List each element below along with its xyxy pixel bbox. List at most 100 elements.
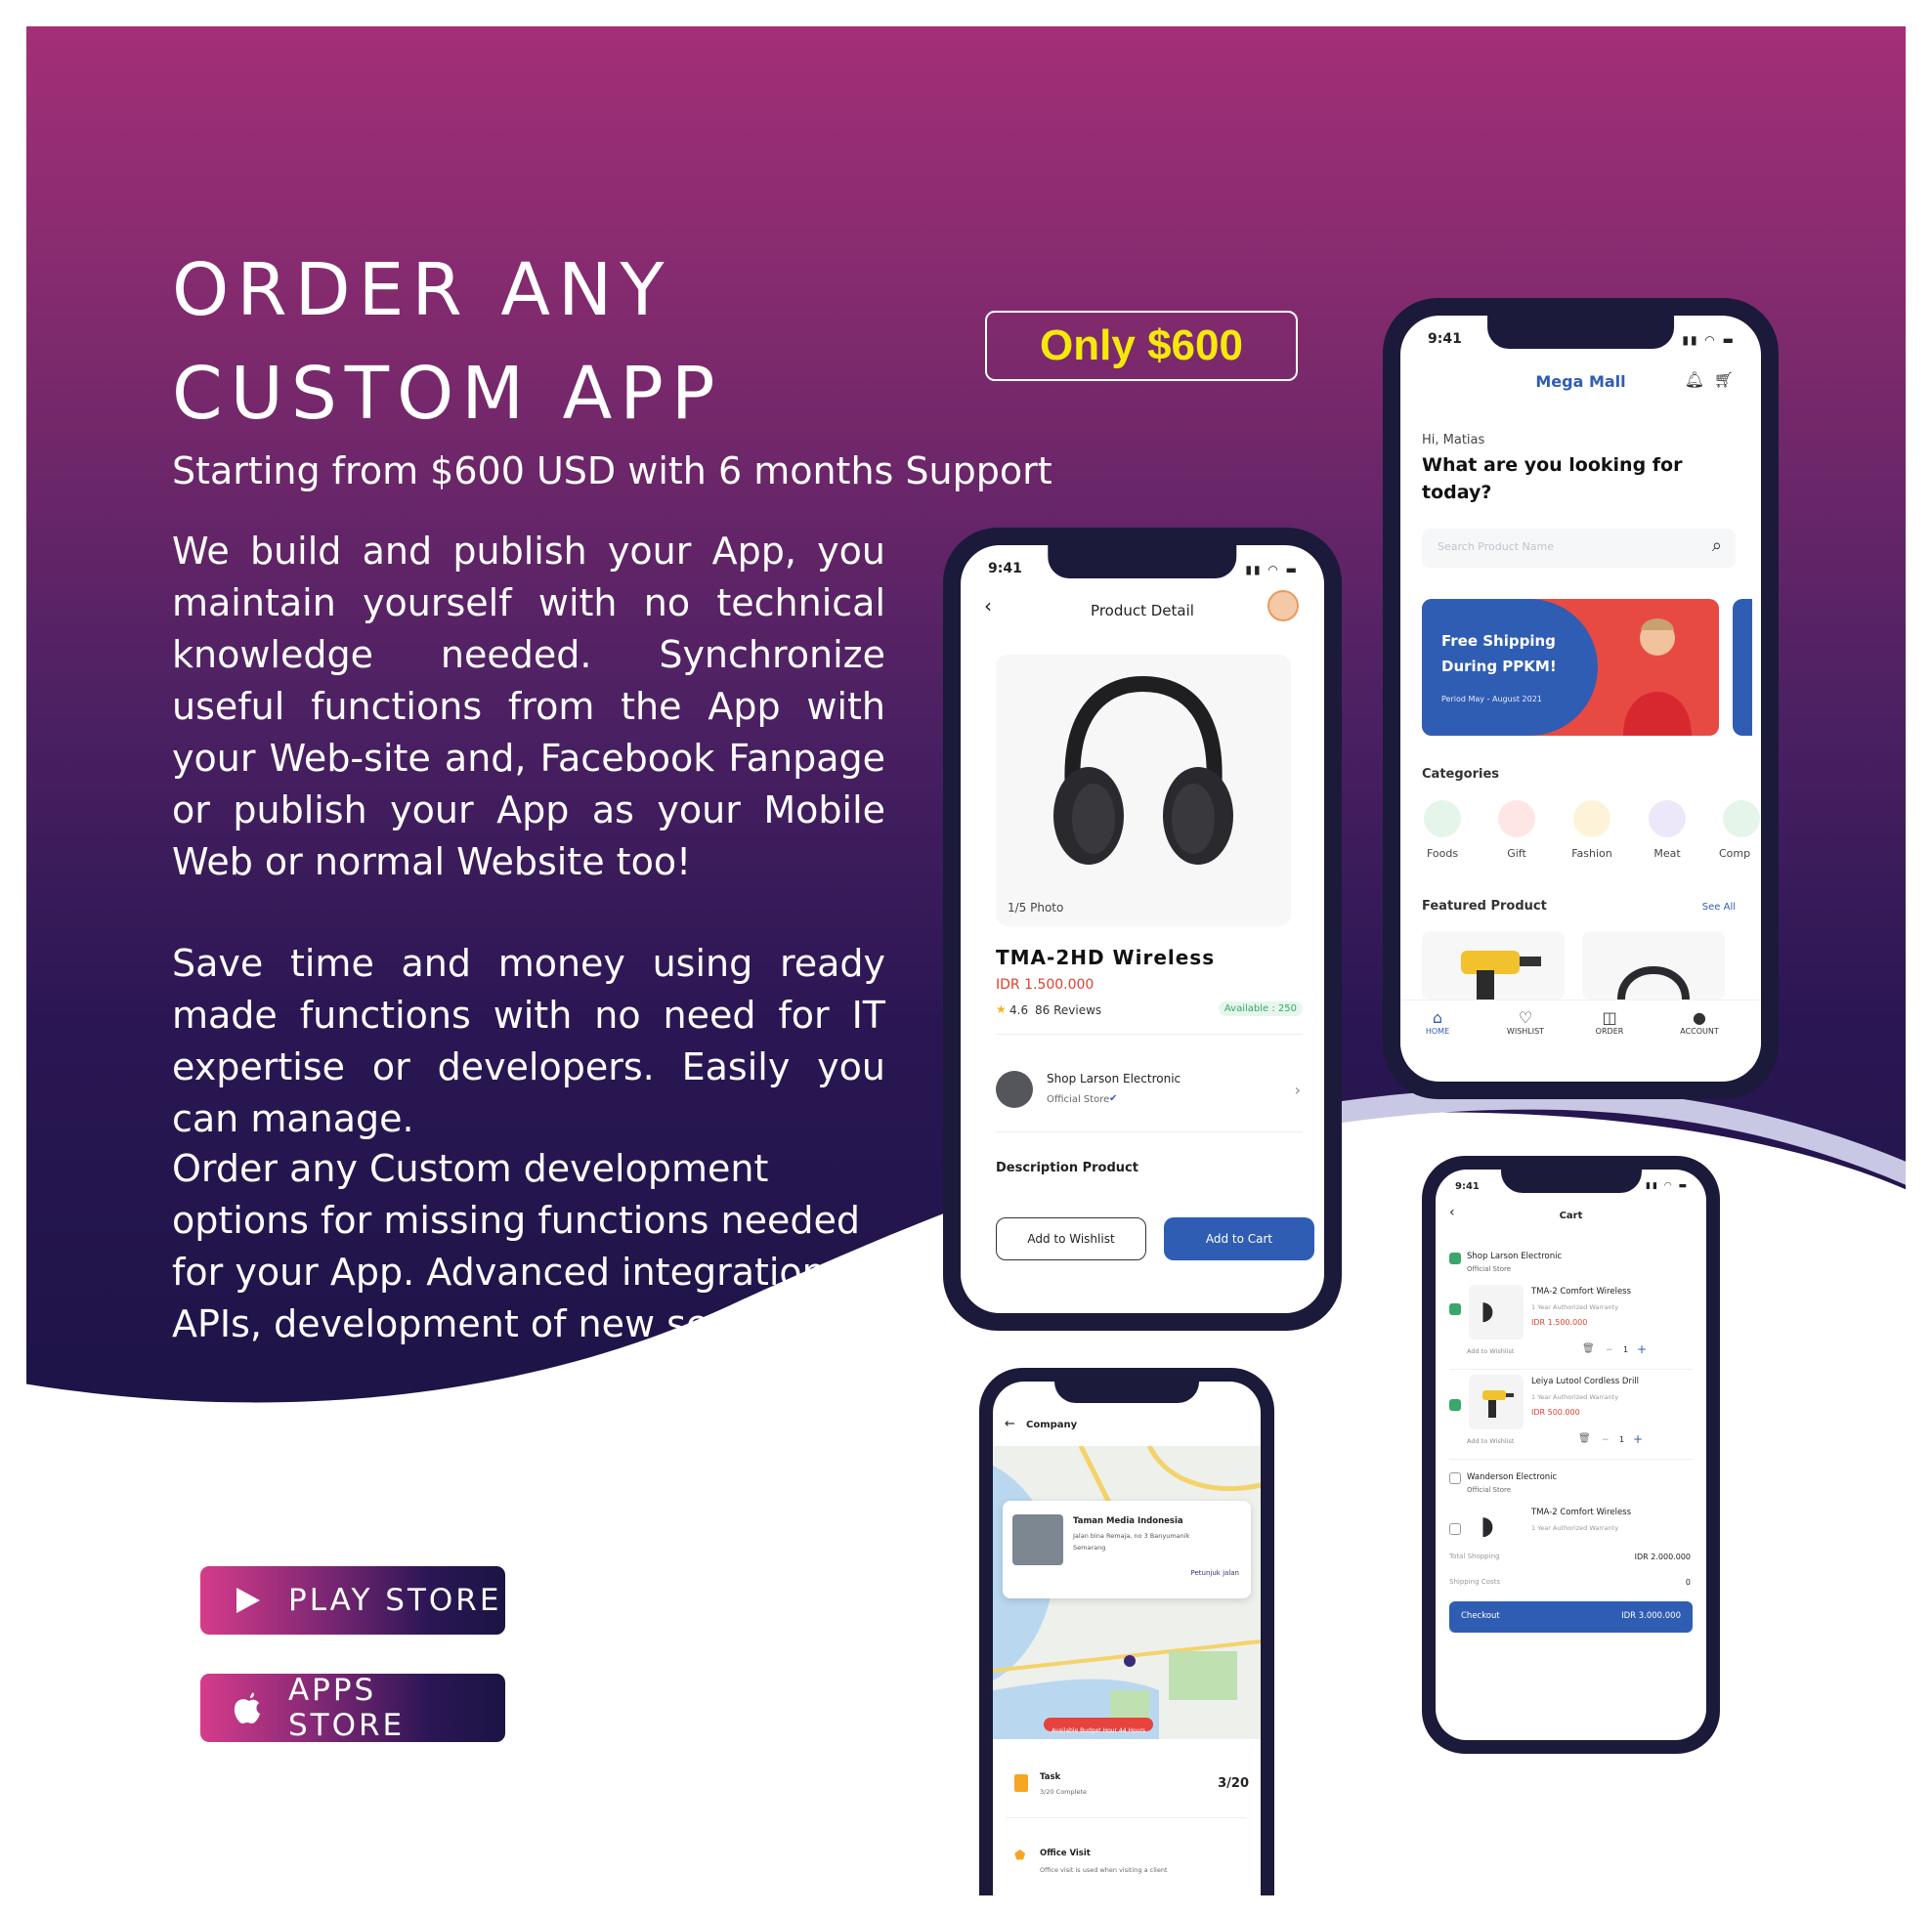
qty-plus[interactable]: + <box>1633 1432 1643 1446</box>
categories-title: Categories <box>1422 767 1500 782</box>
shop2-type: Official Store <box>1467 1486 1512 1494</box>
trash-icon[interactable]: 🗑︎ <box>1582 1343 1595 1354</box>
phone-home: 9:41 ▮▮ ◠ ▬ Mega Mall 🔔︎ 🛒︎ Hi, Matias W… <box>1383 298 1779 1099</box>
featured-headphones-card[interactable] <box>1582 931 1725 1000</box>
back-arrow-icon[interactable]: ← <box>1005 1417 1015 1431</box>
brand-title: Mega Mall <box>1535 372 1626 391</box>
banner-line-1: Free Shipping <box>1441 632 1556 650</box>
paragraph-save: Save time and money using ready made fun… <box>172 942 885 1140</box>
visit-title: Office Visit <box>1040 1849 1091 1858</box>
nav-account[interactable]: ● ACCOUNT <box>1672 1008 1727 1036</box>
task-title: Task <box>1040 1772 1061 1782</box>
description-title: Description Product <box>996 1161 1138 1175</box>
item1-checkbox[interactable] <box>1449 1303 1461 1315</box>
phone-product-detail: 9:41 ▮▮ ◠ ▬ ‹ Product Detail 1/5 Photo T… <box>943 528 1342 1331</box>
company-header: Company <box>1026 1420 1078 1430</box>
total-label: Total Shopping <box>1449 1553 1500 1560</box>
nav-order[interactable]: ◫ ORDER <box>1588 1008 1631 1036</box>
search-icon[interactable]: ⌕ <box>1712 535 1722 556</box>
featured-drill-card[interactable] <box>1422 931 1565 1000</box>
play-store-button[interactable]: PLAY STORE <box>200 1566 505 1635</box>
item2-wishlist[interactable]: Add to Wishlist <box>1467 1437 1514 1445</box>
task-sub: 3/20 Complete <box>1040 1788 1087 1796</box>
visit-sub: Office visit is used when visiting a cli… <box>1040 1866 1168 1874</box>
company-name: Taman Media Indonesia <box>1073 1516 1183 1526</box>
bell-icon[interactable]: 🔔︎ <box>1685 370 1704 389</box>
heading-line-2: CUSTOM APP <box>172 352 723 436</box>
item3-warranty: 1 Year Authorized Warranty <box>1531 1524 1619 1532</box>
shop-name: Shop Larson Electronic <box>1047 1072 1181 1085</box>
item1-warranty: 1 Year Authorized Warranty <box>1531 1303 1619 1311</box>
qty-minus[interactable]: − <box>1602 1435 1610 1445</box>
shipping-label: Shipping Costs <box>1449 1578 1500 1586</box>
headphones-icon <box>1053 675 1233 865</box>
item3-checkbox[interactable] <box>1449 1523 1461 1535</box>
item1-name: TMA-2 Comfort Wireless <box>1531 1287 1632 1297</box>
chevron-right-icon[interactable]: › <box>1295 1081 1301 1099</box>
item2-price: IDR 500.000 <box>1531 1408 1580 1417</box>
promo-banner[interactable]: Free Shipping During PPKM! Period May - … <box>1422 599 1719 736</box>
item2-warranty: 1 Year Authorized Warranty <box>1531 1393 1619 1401</box>
headphones-icon: ◗ <box>1481 1511 1494 1541</box>
search-input[interactable]: Search Product Name ⌕ <box>1422 529 1736 568</box>
address-line-2: Semarang <box>1073 1544 1106 1552</box>
item2-name: Leiya Lutool Cordless Drill <box>1531 1377 1640 1386</box>
cart-header: Cart <box>1559 1211 1583 1221</box>
apps-store-button[interactable]: APPS STORE <box>200 1673 505 1743</box>
qty-minus[interactable]: − <box>1606 1345 1613 1355</box>
paragraph-build: We build and publish your App, you maint… <box>172 530 885 883</box>
featured-title: Featured Product <box>1422 899 1547 914</box>
heart-icon: ♡ <box>1518 1008 1533 1027</box>
greeting: Hi, Matias <box>1422 433 1485 447</box>
item1-qty: 1 <box>1623 1345 1629 1354</box>
item1-image <box>1469 1285 1524 1340</box>
reviews: 86 Reviews <box>1035 1003 1102 1017</box>
company-card[interactable]: Taman Media Indonesia Jalan bina Remaja,… <box>1003 1501 1251 1598</box>
task-count: 3/20 <box>1218 1776 1249 1791</box>
play-store-label: PLAY STORE <box>288 1583 502 1618</box>
status-icons: ▮▮ ◠ ▬ <box>1682 333 1736 347</box>
bottom-nav: ⌂ HOME ♡ WISHLIST ◫ ORDER ● ACCOUNT <box>1400 1000 1761 1069</box>
address-line-1: Jalan bina Remaja, no 3 Banyumanik <box>1073 1532 1190 1540</box>
subtitle: Starting from $600 USD with 6 months Sup… <box>172 449 1052 492</box>
shop1-checkbox[interactable] <box>1449 1253 1461 1264</box>
checkout-label: Checkout <box>1461 1611 1500 1621</box>
phone-company-map: ← Company Taman Media Indonesia Jalan bi… <box>979 1368 1274 1895</box>
apps-store-label: APPS STORE <box>287 1673 406 1743</box>
status-time: 9:41 <box>988 561 1022 576</box>
status-icons: ▮▮ ◠ ▬ <box>1245 563 1299 576</box>
shop2-checkbox[interactable] <box>1449 1472 1461 1484</box>
shop1-name: Shop Larson Electronic <box>1467 1252 1563 1261</box>
nav-wishlist[interactable]: ♡ WISHLIST <box>1498 1008 1553 1036</box>
add-to-cart-button[interactable]: Add to Cart <box>1164 1217 1314 1260</box>
verified-icon: ✔ <box>1109 1093 1118 1104</box>
avatar[interactable] <box>1267 590 1299 621</box>
nav-home[interactable]: ⌂ HOME <box>1418 1008 1457 1036</box>
play-icon <box>228 1581 267 1620</box>
star-icon: ★ <box>996 1002 1007 1016</box>
heading-line-1: ORDER ANY <box>172 248 672 332</box>
search-placeholder: Search Product Name <box>1438 540 1555 553</box>
cart-icon[interactable]: 🛒︎ <box>1714 370 1734 389</box>
see-all-link[interactable]: See All <box>1702 902 1736 913</box>
item1-wishlist[interactable]: Add to Wishlist <box>1467 1347 1514 1355</box>
apple-icon <box>228 1688 267 1727</box>
add-to-wishlist-button[interactable]: Add to Wishlist <box>996 1217 1146 1260</box>
question-line-2: today? <box>1422 482 1492 503</box>
item2-qty: 1 <box>1619 1435 1625 1444</box>
photo-counter: 1/5 Photo <box>1008 901 1064 915</box>
shop-logo <box>996 1071 1033 1108</box>
qty-plus[interactable]: + <box>1637 1342 1647 1356</box>
directions-link[interactable]: Petunjuk jalan <box>1191 1569 1239 1577</box>
building-image <box>1012 1514 1063 1565</box>
checkout-value: IDR 3.000.000 <box>1621 1611 1681 1621</box>
item1-price: IDR 1.500.000 <box>1531 1318 1588 1327</box>
location-check-icon: ⬟ <box>1014 1849 1026 1863</box>
trash-icon[interactable]: 🗑︎ <box>1578 1433 1591 1444</box>
status-icons: ▮▮ ◠ ▬ <box>1646 1181 1689 1191</box>
product-name: TMA-2HD Wireless <box>996 946 1216 969</box>
item2-checkbox[interactable] <box>1449 1399 1461 1411</box>
divider <box>996 1034 1303 1035</box>
task-panel: Task 3/20 Complete 3/20 ⬟ Office Visit O… <box>993 1755 1261 1892</box>
checkout-button[interactable]: Checkout IDR 3.000.000 <box>1449 1601 1693 1633</box>
